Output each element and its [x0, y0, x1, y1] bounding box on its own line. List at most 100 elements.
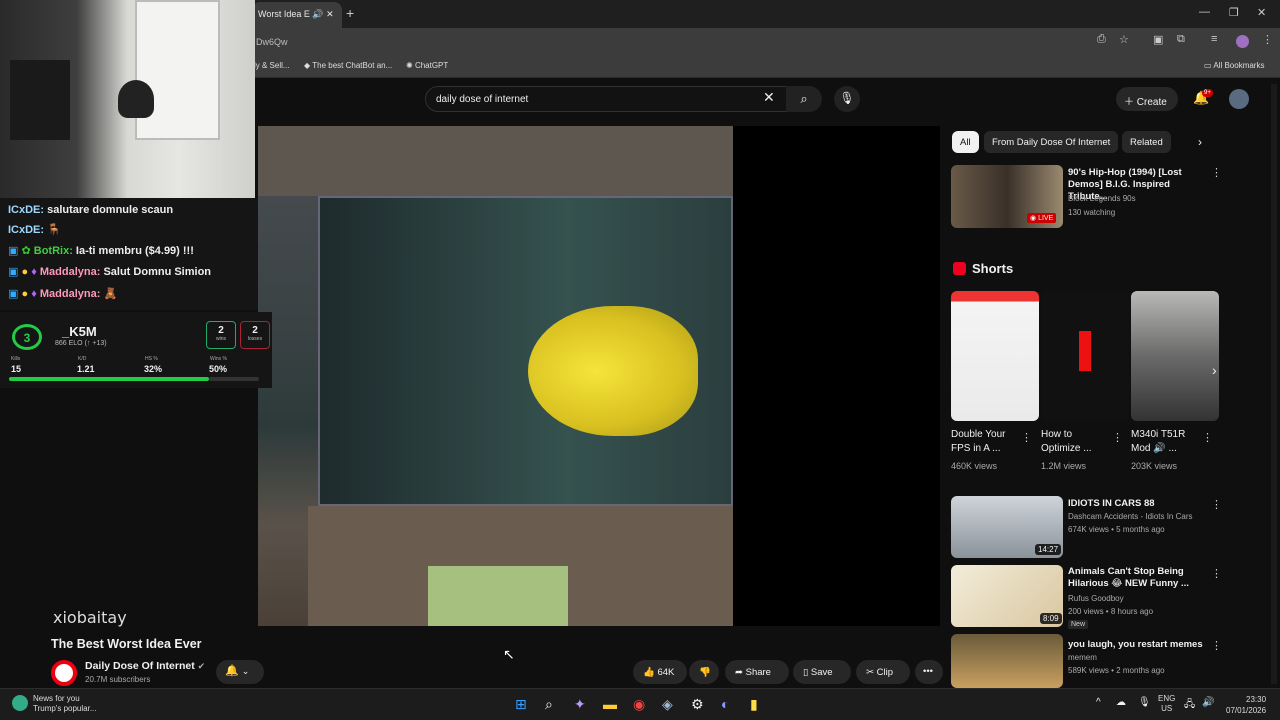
- more-icon: •••: [923, 666, 933, 677]
- winrate-value: 50%: [209, 364, 228, 374]
- rec-title[interactable]: Animals Can't Stop Being Hilarious 😂 NEW…: [1068, 566, 1208, 590]
- extension-icon[interactable]: ▣: [1153, 33, 1163, 46]
- save-button[interactable]: ▯ Save: [793, 660, 851, 684]
- share-icon: ➦: [735, 667, 746, 678]
- more-icon[interactable]: ⋮: [1211, 166, 1222, 179]
- scrollbar[interactable]: [1271, 84, 1277, 684]
- short-thumbnail[interactable]: [1041, 291, 1129, 421]
- thumbs-up-icon: 👍: [643, 667, 658, 678]
- search-input[interactable]: daily dose of internet: [425, 86, 789, 112]
- rec-channel[interactable]: Rufus Goodboy: [1068, 594, 1124, 603]
- chip-all[interactable]: All: [952, 131, 979, 153]
- bookmark-item[interactable]: ◆ The best ChatBot an...: [304, 61, 392, 70]
- channel-name[interactable]: Daily Dose Of Internet ✔: [85, 660, 205, 672]
- channel-avatar[interactable]: [51, 660, 77, 686]
- rec-channel[interactable]: Block Legends 90s: [1068, 194, 1136, 203]
- subscribe-bell-button[interactable]: 🔔 ⌄: [216, 660, 264, 684]
- settings-icon[interactable]: ⚙: [691, 696, 704, 713]
- bookmark-item[interactable]: ✺ ChatGPT: [406, 61, 448, 70]
- search-icon[interactable]: ⌕: [786, 86, 822, 112]
- short-thumbnail[interactable]: [1131, 291, 1219, 421]
- news-icon[interactable]: [12, 695, 28, 711]
- more-icon[interactable]: ⋮: [1112, 431, 1123, 444]
- close-tab-icon[interactable]: ✕: [326, 9, 334, 19]
- address-bar[interactable]: Dw6Qw: [252, 31, 1132, 53]
- short-title[interactable]: How to Optimize ...: [1041, 428, 1111, 456]
- new-tab-icon[interactable]: +: [346, 5, 354, 21]
- like-button[interactable]: 👍 64K: [633, 660, 687, 684]
- network-icon[interactable]: 🖧: [1184, 697, 1195, 714]
- rec-title[interactable]: IDIOTS IN CARS 88: [1068, 498, 1208, 510]
- create-button[interactable]: ＋ Create: [1116, 87, 1178, 111]
- more-icon[interactable]: ⋮: [1021, 431, 1032, 444]
- mic-icon[interactable]: 🎙: [834, 86, 860, 112]
- sub-badge-icon: ●: [21, 288, 29, 300]
- star-icon[interactable]: ☆: [1119, 33, 1129, 46]
- copilot-icon[interactable]: ✦: [574, 696, 586, 713]
- rec-channel[interactable]: Dashcam Accidents - Idiots In Cars: [1068, 512, 1193, 521]
- rec-thumbnail[interactable]: [951, 634, 1063, 688]
- minimize-icon[interactable]: —: [1199, 6, 1210, 18]
- chevron-right-icon[interactable]: ›: [1198, 135, 1202, 149]
- short-title[interactable]: Double Your FPS in A ...: [951, 428, 1021, 456]
- install-icon[interactable]: ⎙: [1097, 33, 1106, 46]
- browser-tab[interactable]: Worst Idea E 🔊 ✕: [252, 2, 342, 28]
- more-actions-button[interactable]: •••: [915, 660, 943, 684]
- news-widget[interactable]: News for you Trump's popular...: [33, 694, 96, 714]
- streamer-watermark: xiobaitay: [53, 608, 127, 627]
- mouse-cursor-icon: ↖: [503, 646, 515, 662]
- bell-icon: 🔔: [225, 665, 239, 677]
- bookmark-item[interactable]: ly & Sell...: [254, 61, 290, 70]
- rec-meta: 130 watching: [1068, 208, 1116, 217]
- profile-icon[interactable]: [1236, 35, 1249, 48]
- maximize-icon[interactable]: ❐: [1229, 6, 1239, 19]
- more-icon[interactable]: ⋮: [1202, 431, 1213, 444]
- live-icon: ◉: [1030, 215, 1039, 222]
- language-indicator[interactable]: ENG US: [1158, 694, 1175, 714]
- more-icon[interactable]: ⋮: [1211, 498, 1222, 511]
- volume-icon[interactable]: 🔊: [1202, 697, 1214, 708]
- rec-channel[interactable]: memem: [1068, 653, 1097, 662]
- close-window-icon[interactable]: ✕: [1257, 6, 1266, 19]
- rec-meta: 200 views • 8 hours ago: [1068, 607, 1154, 616]
- puzzle-icon[interactable]: ⧉: [1177, 33, 1185, 46]
- cloud-icon[interactable]: ☁: [1116, 697, 1126, 708]
- chip-related[interactable]: Related: [1122, 131, 1171, 153]
- tray-chevron-icon[interactable]: ^: [1096, 697, 1101, 708]
- menu-icon[interactable]: ⋮: [1262, 33, 1273, 46]
- chrome-icon[interactable]: ◉: [633, 696, 645, 713]
- clock[interactable]: 23:30 07/01/2026: [1226, 694, 1266, 716]
- rec-meta: 589K views • 2 months ago: [1068, 666, 1165, 675]
- shelf-top: [258, 126, 733, 196]
- kd-value: 1.21: [77, 364, 95, 374]
- clip-button[interactable]: ✂ Clip: [856, 660, 910, 684]
- video-frame[interactable]: [258, 126, 733, 626]
- share-button[interactable]: ➦ Share: [725, 660, 789, 684]
- mic-tray-icon[interactable]: 🎙: [1138, 697, 1151, 708]
- more-icon[interactable]: ⋮: [1211, 639, 1222, 652]
- dislike-button[interactable]: 👎: [689, 660, 719, 684]
- windows-start-icon[interactable]: ⊞: [515, 696, 527, 713]
- chip-channel[interactable]: From Daily Dose Of Internet: [984, 131, 1119, 153]
- short-thumbnail[interactable]: [951, 291, 1039, 421]
- avatar[interactable]: [1229, 89, 1249, 109]
- new-badge: New: [1068, 620, 1089, 629]
- discord-icon[interactable]: ◐: [721, 696, 729, 712]
- steam-icon[interactable]: ◈: [662, 696, 673, 713]
- webcam-window: [135, 0, 220, 140]
- webcam-person-hat: [118, 80, 154, 118]
- more-icon[interactable]: ⋮: [1211, 567, 1222, 580]
- rec-title[interactable]: you laugh, you restart memes: [1068, 639, 1208, 651]
- chevron-right-icon[interactable]: ›: [1212, 362, 1217, 378]
- chat-line: ▣ ● ♦ Maddalyna: 🧸: [8, 288, 118, 300]
- kills-label: Kills: [11, 356, 21, 362]
- media-icon[interactable]: ≡: [1211, 33, 1217, 45]
- speaker-icon[interactable]: 🔊: [312, 9, 323, 19]
- short-title[interactable]: M340i T51R Mod 🔊 ...: [1131, 428, 1201, 456]
- sub-badge-icon: ●: [21, 266, 29, 278]
- all-bookmarks[interactable]: ▭ All Bookmarks: [1204, 61, 1264, 70]
- search-icon[interactable]: ⌕: [545, 696, 553, 713]
- app-icon[interactable]: ▮: [750, 696, 758, 713]
- clear-search-icon[interactable]: ✕: [763, 89, 775, 106]
- file-explorer-icon[interactable]: ▬: [603, 696, 617, 712]
